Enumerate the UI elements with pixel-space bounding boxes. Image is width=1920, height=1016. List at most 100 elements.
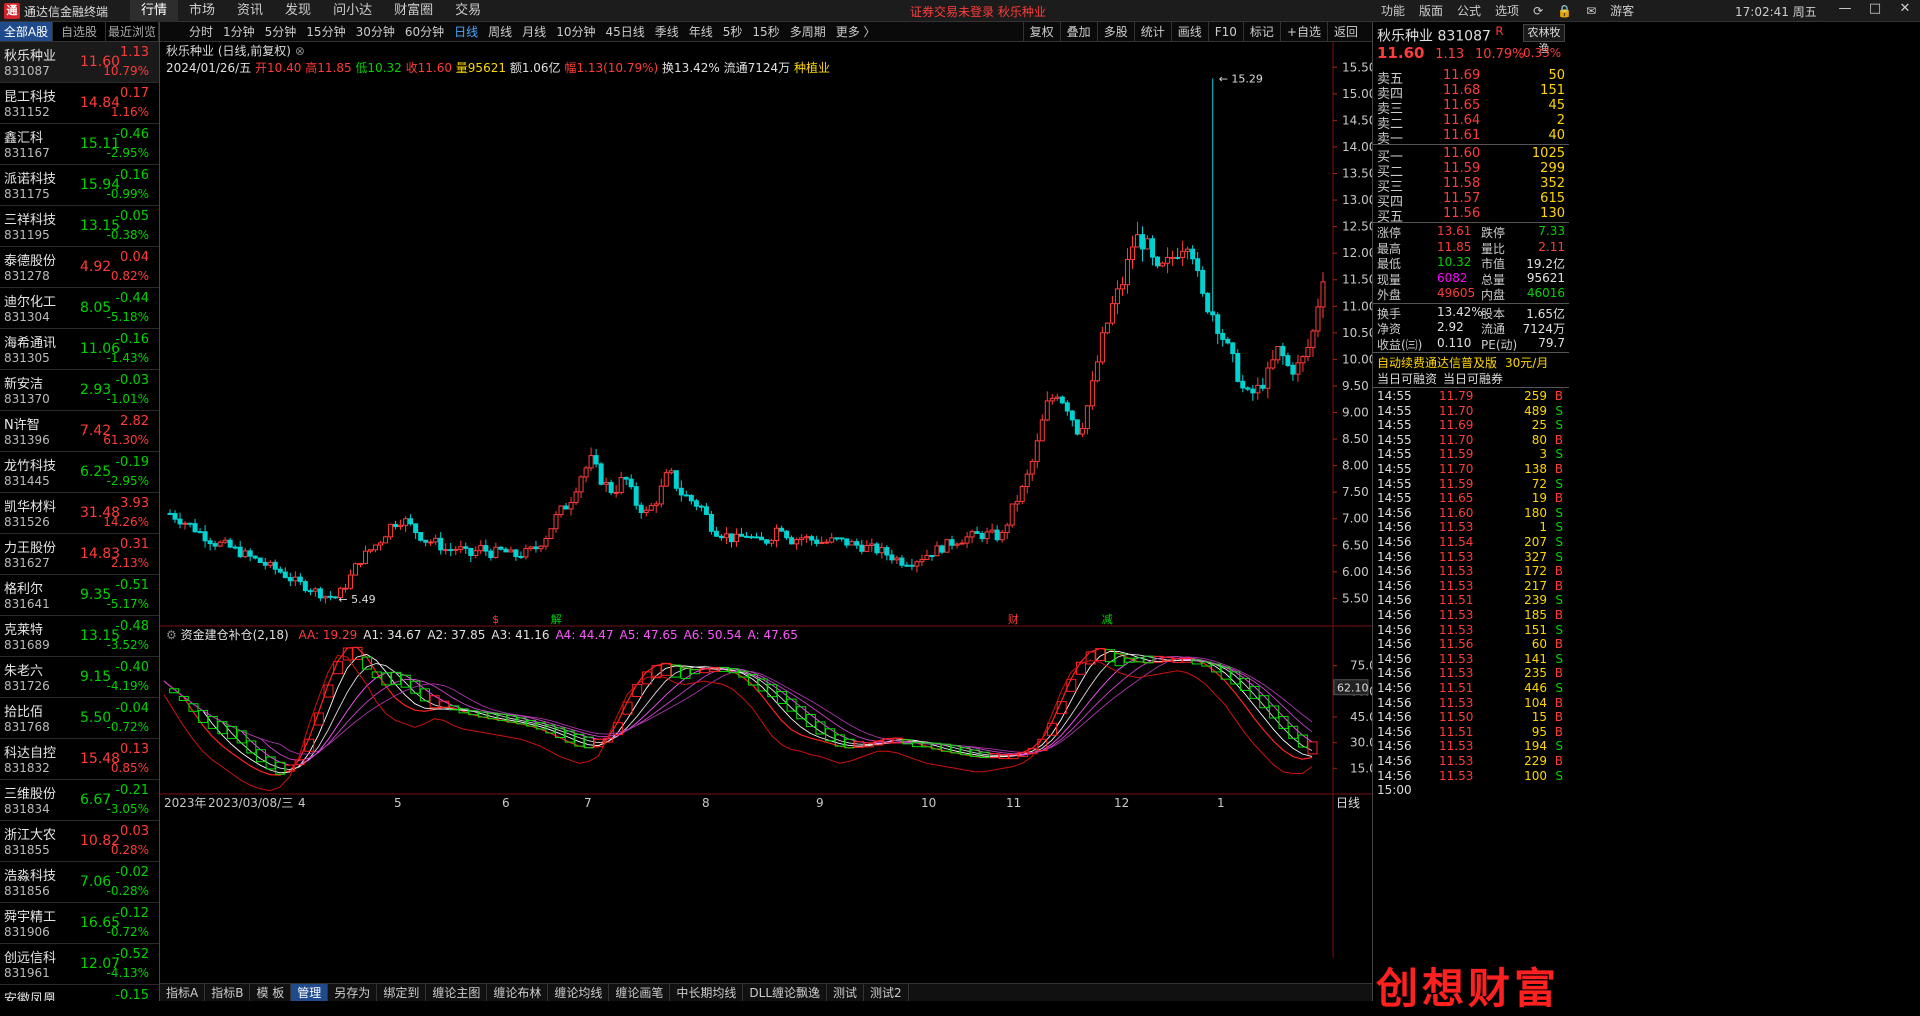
period-2[interactable]: 5分钟 bbox=[260, 22, 302, 42]
bid-row[interactable]: 买五 11.56 130 bbox=[1373, 206, 1569, 225]
period-7[interactable]: 周线 bbox=[483, 22, 517, 42]
menu-ask[interactable]: 问小达 bbox=[322, 0, 383, 24]
stock-row[interactable]: 朱老六 831726 9.15 -0.40 -4.19% bbox=[0, 657, 159, 698]
stock-row[interactable]: 拾比佰 831768 5.50 -0.04 -0.72% bbox=[0, 698, 159, 739]
ad-price[interactable]: 30元/月 bbox=[1505, 356, 1548, 370]
margin-short[interactable]: 当日可融券 bbox=[1443, 372, 1503, 386]
chart-area[interactable]: 5.50 6.00 6.50 7.00 7.50 8.00 8.50 9.00 9.50 10.0… bbox=[160, 42, 1372, 958]
tool-4[interactable]: 画线 bbox=[1170, 22, 1208, 42]
menu-trade[interactable]: 交易 bbox=[444, 0, 492, 24]
period-6[interactable]: 日线 bbox=[449, 22, 483, 42]
period-4[interactable]: 30分钟 bbox=[351, 22, 400, 42]
tool-2[interactable]: 多股 bbox=[1096, 22, 1134, 42]
stock-row[interactable]: 凯华材料 831526 31.48 3.93 14.26% bbox=[0, 493, 159, 534]
bid-row[interactable]: 买二 11.59 299 bbox=[1373, 161, 1569, 180]
stock-row[interactable]: 浩淼科技 831856 7.06 -0.02 -0.28% bbox=[0, 862, 159, 903]
stock-row[interactable]: 新安洁 831370 2.93 -0.03 -1.01% bbox=[0, 370, 159, 411]
tool-3[interactable]: 统计 bbox=[1133, 22, 1171, 42]
maximize-icon[interactable]: □ bbox=[1860, 1, 1890, 16]
stock-row[interactable]: 创远信科 831961 12.07 -0.52 -4.13% bbox=[0, 944, 159, 985]
period-3[interactable]: 15分钟 bbox=[301, 22, 350, 42]
stock-row[interactable]: 浙江大农 831855 10.82 0.03 0.28% bbox=[0, 821, 159, 862]
period-8[interactable]: 月线 bbox=[517, 22, 551, 42]
stock-row[interactable]: 力王股份 831627 14.83 0.31 2.13% bbox=[0, 534, 159, 575]
indicator-tab[interactable]: 缠论画笔 bbox=[609, 984, 671, 1001]
indicator-tab[interactable]: 测试 bbox=[827, 984, 865, 1001]
tab-recent[interactable]: 最近浏览 bbox=[106, 22, 159, 41]
period-5[interactable]: 60分钟 bbox=[400, 22, 449, 42]
message-icon[interactable]: ✉ bbox=[1579, 0, 1603, 22]
menu-formula[interactable]: 公式 bbox=[1450, 0, 1488, 22]
indicator-tab[interactable]: 模 板 bbox=[250, 984, 292, 1001]
close-icon[interactable]: ✕ bbox=[1890, 1, 1920, 16]
tab-watchlist[interactable]: 自选股 bbox=[53, 22, 106, 41]
period-1[interactable]: 1分钟 bbox=[218, 22, 260, 42]
tab-all-a-shares[interactable]: 全部A股 bbox=[0, 22, 53, 41]
bid-row[interactable]: 买一 11.60 1025 bbox=[1373, 146, 1569, 165]
close-chart-icon[interactable]: ⊗ bbox=[295, 44, 305, 58]
stock-row[interactable]: 秋乐种业 831087 11.60 1.13 10.79% bbox=[0, 42, 159, 83]
stock-row[interactable]: 迪尔化工 831304 8.05 -0.44 -5.18% bbox=[0, 288, 159, 329]
indicator-settings-icon[interactable]: ⚙ bbox=[166, 628, 177, 642]
indicator-tab[interactable]: 缠论均线 bbox=[548, 984, 610, 1001]
period-15[interactable]: 多周期 bbox=[785, 22, 831, 42]
indicator-tab[interactable]: 指标B bbox=[205, 984, 251, 1001]
tool-5[interactable]: F10 bbox=[1207, 22, 1243, 42]
minimize-icon[interactable]: — bbox=[1830, 1, 1860, 16]
ad-text[interactable]: 自动续费通达信普及版 bbox=[1377, 356, 1497, 370]
stock-row[interactable]: N许智 831396 7.42 2.82 61.30% bbox=[0, 411, 159, 452]
stock-row[interactable]: 克莱特 831689 13.15 -0.48 -3.52% bbox=[0, 616, 159, 657]
menu-news[interactable]: 资讯 bbox=[226, 0, 274, 24]
stock-row[interactable]: 龙竹科技 831445 6.25 -0.19 -2.95% bbox=[0, 452, 159, 493]
stock-row[interactable]: 三祥科技 831195 13.15 -0.05 -0.38% bbox=[0, 206, 159, 247]
stock-row[interactable]: 三维股份 831834 6.67 -0.21 -3.05% bbox=[0, 780, 159, 821]
indicator-tab[interactable]: 指标A bbox=[160, 984, 206, 1001]
period-13[interactable]: 5秒 bbox=[718, 22, 748, 42]
menu-discover[interactable]: 发现 bbox=[274, 0, 322, 24]
period-14[interactable]: 15秒 bbox=[747, 22, 784, 42]
stock-row[interactable]: 昆工科技 831152 14.84 0.17 1.16% bbox=[0, 83, 159, 124]
stock-row[interactable]: 科达自控 831832 15.48 0.13 0.85% bbox=[0, 739, 159, 780]
indicator-tab[interactable]: 管理 bbox=[291, 984, 329, 1001]
indicator-tab[interactable]: 中长期均线 bbox=[670, 984, 744, 1001]
stock-row[interactable]: 格利尔 831641 9.35 -0.51 -5.17% bbox=[0, 575, 159, 616]
login-notice[interactable]: 证券交易未登录 秋乐种业 bbox=[910, 3, 1046, 20]
menu-quotes[interactable]: 行情 bbox=[130, 0, 179, 24]
stock-row[interactable]: 鑫汇科 831167 15.11 -0.46 -2.95% bbox=[0, 124, 159, 165]
ask-row[interactable]: 卖三 11.65 45 bbox=[1373, 98, 1569, 117]
refresh-icon[interactable]: ⟳ bbox=[1526, 0, 1550, 22]
menu-wealth[interactable]: 财富圈 bbox=[383, 0, 444, 24]
ad-banner[interactable]: 自动续费通达信普及版 30元/月 bbox=[1377, 354, 1548, 371]
period-11[interactable]: 季线 bbox=[650, 22, 684, 42]
tool-0[interactable]: 复权 bbox=[1022, 22, 1060, 42]
kline-chart[interactable]: 5.50 6.00 6.50 7.00 7.50 8.00 8.50 9.00 9.50 10.0… bbox=[160, 42, 1372, 983]
menu-guest[interactable]: 游客 bbox=[1603, 0, 1641, 22]
ask-row[interactable]: 卖一 11.61 40 bbox=[1373, 128, 1569, 147]
tool-7[interactable]: +自选 bbox=[1279, 22, 1327, 42]
indicator-tab[interactable]: 绑定到 bbox=[377, 984, 427, 1001]
menu-function[interactable]: 功能 bbox=[1374, 0, 1412, 22]
menu-layout[interactable]: 版面 bbox=[1412, 0, 1450, 22]
stock-row[interactable]: 泰德股份 831278 4.92 0.04 0.82% bbox=[0, 247, 159, 288]
stock-row[interactable]: 派诺科技 831175 15.94 -0.16 -0.99% bbox=[0, 165, 159, 206]
indicator-tab[interactable]: 另存为 bbox=[328, 984, 378, 1001]
stock-row[interactable]: 安徽凤凰 -0.15 bbox=[0, 985, 159, 1001]
menu-options[interactable]: 选项 bbox=[1488, 0, 1526, 22]
stock-row[interactable]: 舜宇精工 831906 16.65 -0.12 -0.72% bbox=[0, 903, 159, 944]
tool-8[interactable]: 返回 bbox=[1326, 22, 1364, 42]
sector-button[interactable]: 农林牧渔 bbox=[1523, 24, 1565, 55]
indicator-tab[interactable]: 缠论主图 bbox=[426, 984, 488, 1001]
period-16[interactable]: 更多 〉 bbox=[831, 22, 881, 42]
tool-1[interactable]: 叠加 bbox=[1059, 22, 1097, 42]
ask-row[interactable]: 卖二 11.64 2 bbox=[1373, 113, 1569, 132]
ask-row[interactable]: 卖四 11.68 151 bbox=[1373, 83, 1569, 102]
lock-icon[interactable]: 🔒 bbox=[1550, 0, 1579, 22]
bid-row[interactable]: 买三 11.58 352 bbox=[1373, 176, 1569, 195]
ask-row[interactable]: 卖五 11.69 50 bbox=[1373, 68, 1569, 87]
tool-6[interactable]: 标记 bbox=[1242, 22, 1280, 42]
stock-row[interactable]: 海希通讯 831305 11.06 -0.16 -1.43% bbox=[0, 329, 159, 370]
period-12[interactable]: 年线 bbox=[684, 22, 718, 42]
menu-market[interactable]: 市场 bbox=[178, 0, 226, 24]
indicator-tab[interactable]: 测试2 bbox=[864, 984, 909, 1001]
period-9[interactable]: 10分钟 bbox=[551, 22, 600, 42]
